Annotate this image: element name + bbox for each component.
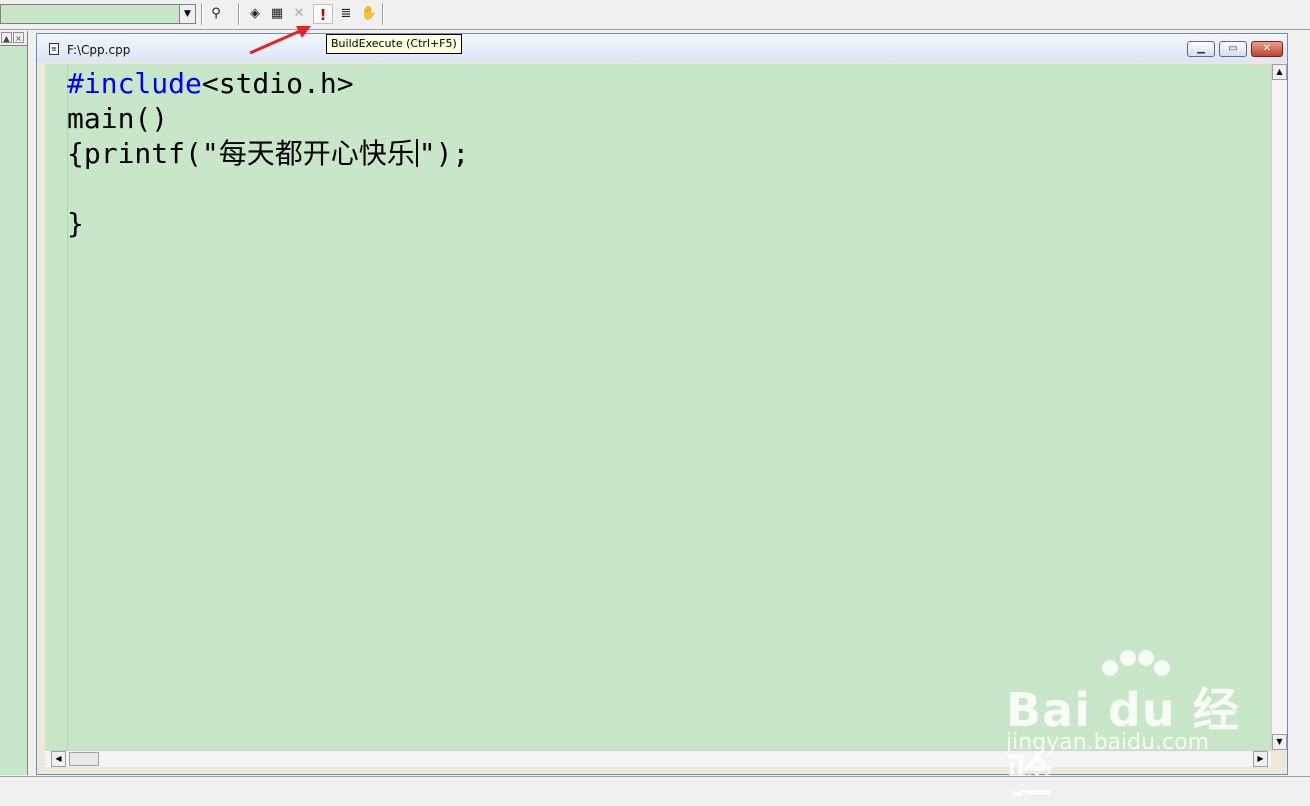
baidu-watermark: Bai du 经验 jingyan.baidu.com bbox=[1000, 650, 1260, 803]
watermark-url: jingyan.baidu.com bbox=[1006, 730, 1210, 755]
status-bar bbox=[0, 776, 1310, 790]
